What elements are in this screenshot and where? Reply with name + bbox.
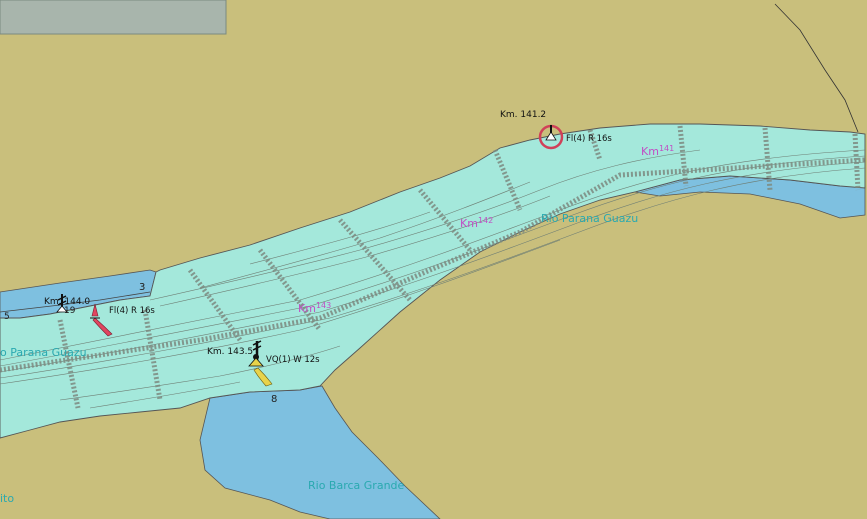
km-marker-143: Km143 [298,301,332,315]
km-marker-142-text: Km [460,217,478,230]
river-name-barca-grande: Rio Barca Grande [308,479,405,492]
nautical-chart[interactable]: Km. 141.2 Fl(4) R 16s Km141 Rio Parana G… [0,0,867,519]
km-marker-142-number: 142 [477,216,494,225]
km-label-143-5: Km. 143.5 [207,347,254,357]
light-label-144: Fl(4) R 16s [109,306,155,316]
edge-place-name: ito [0,492,15,505]
light-label-141-2: Fl(4) R 16s [566,134,612,144]
km-marker-143-text: Km [298,302,316,315]
light-label-143-5: VQ(1) W 12s [266,355,320,365]
km-marker-141-number: 141 [658,144,675,153]
overlay-panel [0,0,227,35]
depth-sounding-8: 8 [271,394,278,405]
river-name-east: Rio Parana Guazu [541,212,639,225]
km-marker-143-number: 143 [315,301,332,310]
depth-sounding-3: 3 [139,282,146,293]
km-label-141-2: Km. 141.2 [500,110,547,120]
km-marker-142: Km142 [460,216,494,230]
km-marker-141-text: Km [641,145,659,158]
depth-sounding-19: 19 [64,306,76,316]
km-marker-141: Km141 [641,144,675,158]
chart-canvas[interactable] [0,0,867,519]
river-name-west: o Parana Guazu [0,346,87,359]
depth-sounding-5: 5 [4,312,10,322]
